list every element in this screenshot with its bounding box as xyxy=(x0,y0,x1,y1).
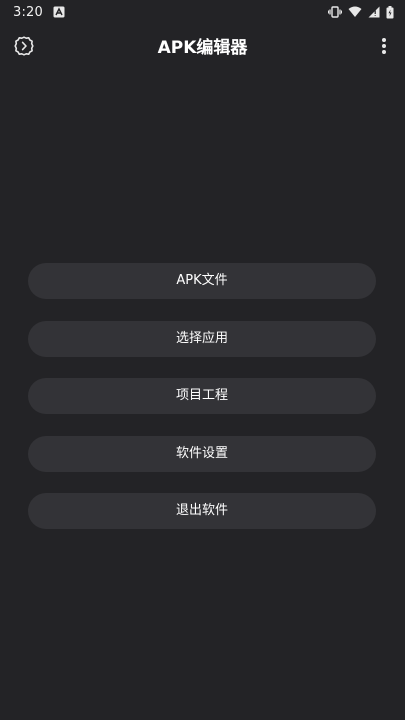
battery-icon xyxy=(386,5,394,19)
exit-app-button[interactable]: 退出软件 xyxy=(28,493,376,529)
status-icons xyxy=(328,5,394,19)
apk-file-button[interactable]: APK文件 xyxy=(28,263,376,299)
project-button[interactable]: 项目工程 xyxy=(28,378,376,414)
app-title: APK编辑器 xyxy=(157,38,248,58)
wifi-icon xyxy=(348,6,362,18)
more-options-button[interactable] xyxy=(371,35,397,61)
select-app-button[interactable]: 选择应用 xyxy=(28,320,376,357)
status-bar: 3:20 xyxy=(0,0,405,24)
more-vert-icon xyxy=(381,37,387,59)
status-time: 3:20 xyxy=(13,4,43,20)
app-bar: APK编辑器 xyxy=(0,26,405,70)
signal-icon xyxy=(368,6,380,18)
main-menu: APK文件 选择应用 项目工程 软件设置 退出软件 xyxy=(28,263,376,551)
a-notification-icon xyxy=(53,6,65,18)
software-settings-button[interactable]: 软件设置 xyxy=(28,435,376,472)
vibrate-icon xyxy=(328,6,342,18)
